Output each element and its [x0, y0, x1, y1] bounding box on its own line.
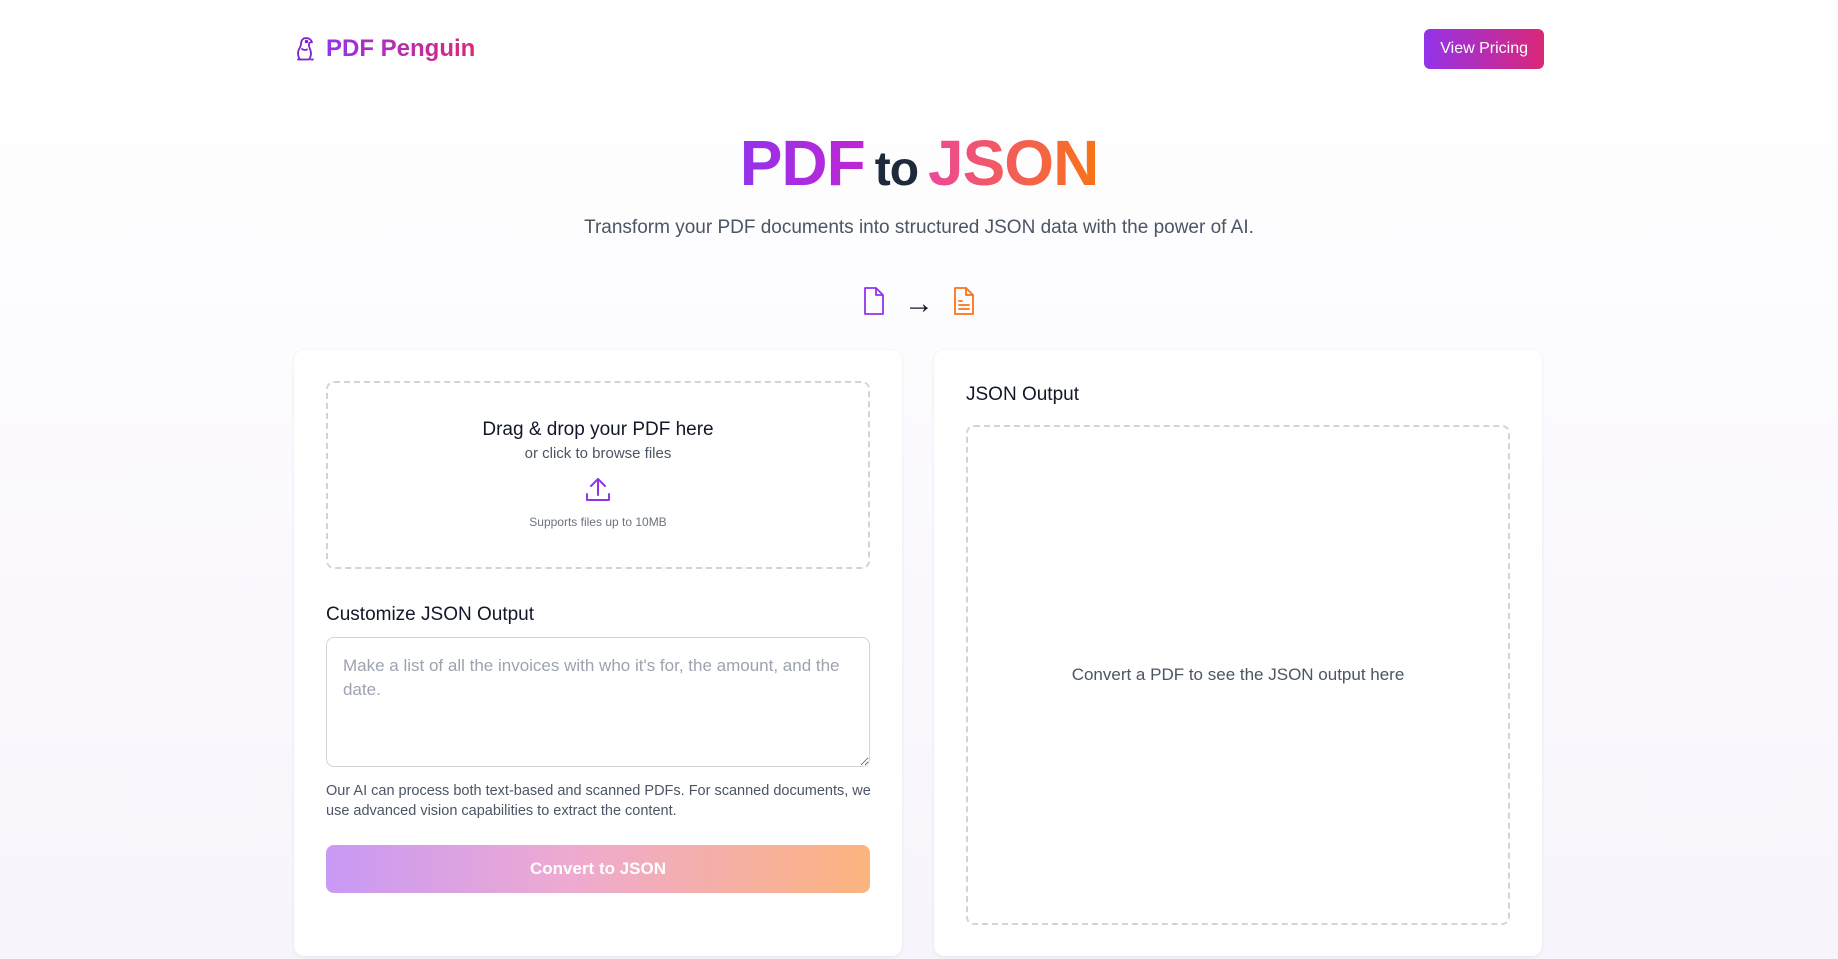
- pdf-dropzone[interactable]: Drag & drop your PDF here or click to br…: [326, 381, 870, 569]
- upload-icon: [584, 476, 612, 509]
- brand-logo[interactable]: PDF Penguin: [294, 34, 475, 64]
- help-text: Our AI can process both text-based and s…: [326, 783, 871, 819]
- page-title: PDF to JSON: [0, 124, 1838, 209]
- top-bar: PDF Penguin View Pricing: [294, 29, 1544, 69]
- dropzone-note: Supports files up to 10MB: [529, 515, 667, 529]
- title-to: to: [874, 143, 919, 196]
- brand-name: PDF Penguin: [326, 35, 476, 62]
- file-icon: [862, 286, 886, 321]
- penguin-icon: [294, 34, 318, 64]
- file-text-icon: [952, 286, 976, 321]
- output-placeholder: Convert a PDF to see the JSON output her…: [1071, 665, 1405, 684]
- page-subtitle: Transform your PDF documents into struct…: [584, 217, 1254, 238]
- arrow-right-icon: →: [904, 286, 934, 320]
- conversion-illustration: →: [0, 286, 1838, 321]
- customize-label: Customize JSON Output: [326, 604, 535, 625]
- dropzone-subtitle: or click to browse files: [524, 445, 672, 462]
- json-output-area[interactable]: Convert a PDF to see the JSON output her…: [966, 425, 1510, 925]
- output-title: JSON Output: [966, 384, 1079, 405]
- dropzone-title: Drag & drop your PDF here: [482, 419, 714, 440]
- title-pdf: PDF: [739, 127, 866, 199]
- output-card: JSON Output Convert a PDF to see the JSO…: [934, 350, 1542, 956]
- hero: PDF to JSON Transform your PDF documents i…: [0, 124, 1838, 239]
- customize-prompt-input[interactable]: [326, 637, 870, 767]
- input-card: Drag & drop your PDF here or click to br…: [294, 350, 902, 956]
- convert-to-json-button[interactable]: Convert to JSON: [326, 845, 870, 893]
- title-json: JSON: [928, 127, 1099, 199]
- view-pricing-button[interactable]: View Pricing: [1424, 29, 1544, 69]
